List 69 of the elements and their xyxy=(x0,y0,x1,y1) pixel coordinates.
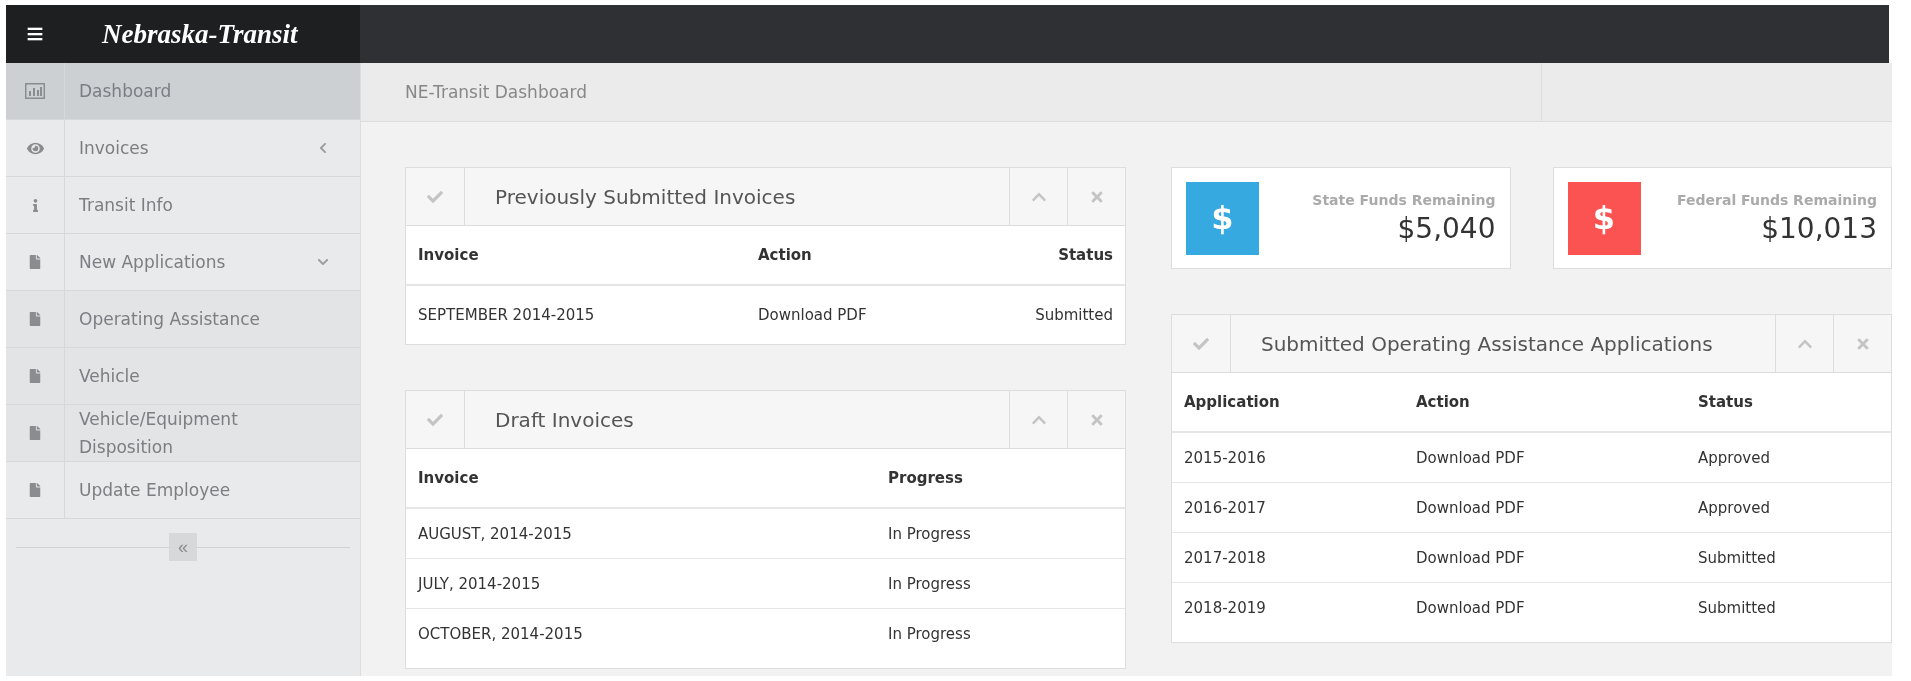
panel-title: Previously Submitted Invoices xyxy=(494,184,797,209)
table-cell-text: Download PDF xyxy=(1416,448,1526,467)
table-cell-text: Submitted xyxy=(1034,306,1113,324)
stat-value: $5,040 xyxy=(1397,211,1496,245)
table-cell-text: In Progress xyxy=(888,524,972,543)
file-icon xyxy=(28,426,42,440)
sidebar-label: Update Employee xyxy=(79,479,232,502)
table-cell-text: 2016-2017 xyxy=(1184,498,1267,517)
file-icon xyxy=(28,312,42,326)
stat-label: Federal Funds Remaining xyxy=(1677,191,1877,208)
table-cell-text: Download PDF xyxy=(1416,548,1526,567)
sidebar-item[interactable]: Vehicle xyxy=(6,348,360,405)
table-cell-text: Approved xyxy=(1698,448,1771,467)
logo: Nebraska-Transit xyxy=(64,5,360,63)
file-icon xyxy=(28,255,42,269)
check-icon xyxy=(427,188,443,205)
column-header: Invoice xyxy=(418,469,480,487)
sidebar-item[interactable]: Transit Info xyxy=(6,177,360,234)
column-header: Action xyxy=(1416,393,1471,411)
table-cell-text: AUGUST, 2014-2015 xyxy=(418,524,573,543)
sidebar-item[interactable]: Vehicle/Equipment Disposition xyxy=(6,405,360,462)
chevron-left-icon xyxy=(317,142,329,154)
sidebar-item[interactable]: Update Employee xyxy=(6,462,360,519)
table-cell-text: In Progress xyxy=(888,574,972,593)
stat-value: $10,013 xyxy=(1761,211,1877,245)
column-header: Action xyxy=(758,246,813,264)
table-cell-text: 2018-2019 xyxy=(1184,598,1267,617)
sidebar-item[interactable]: Operating Assistance xyxy=(6,291,360,348)
collapse-sidebar-button[interactable]: « xyxy=(169,533,197,561)
dollar-icon: $ xyxy=(1186,181,1259,255)
column-header: Invoice xyxy=(418,246,480,264)
sidebar-label: Transit Info xyxy=(79,194,174,217)
breadcrumb: NE-Transit Dashboard xyxy=(404,82,588,102)
panel-title: Draft Invoices xyxy=(494,407,635,432)
column-header: Application xyxy=(1184,393,1281,411)
table-cell-text: Download PDF xyxy=(1416,498,1526,517)
file-icon xyxy=(28,369,42,383)
check-icon xyxy=(427,411,443,428)
table-cell-text: OCTOBER, 2014-2015 xyxy=(418,624,584,643)
table-cell-text: JULY, 2014-2015 xyxy=(418,574,542,593)
column-header: Status xyxy=(1698,393,1754,411)
column-header: Status xyxy=(1057,246,1113,264)
table-cell-text: 2015-2016 xyxy=(1184,448,1267,467)
sidebar-item[interactable]: Invoices xyxy=(6,120,360,177)
sidebar-label: New Applications xyxy=(79,251,227,274)
table-cell-text: Download PDF xyxy=(1416,598,1526,617)
check-icon xyxy=(1193,335,1209,352)
sidebar-item[interactable]: New Applications xyxy=(6,234,360,291)
table-cell-text: Submitted xyxy=(1698,598,1777,617)
sidebar-label: Invoices xyxy=(79,137,150,160)
panel-title: Submitted Operating Assistance Applications xyxy=(1260,331,1714,356)
chevron-down-icon xyxy=(317,256,329,268)
column-header: Progress xyxy=(888,469,964,487)
table-cell-text: Download PDF xyxy=(758,306,868,324)
stat-label: State Funds Remaining xyxy=(1312,191,1496,208)
dollar-icon: $ xyxy=(1567,181,1641,255)
sidebar-label: Operating Assistance xyxy=(79,308,261,331)
table-cell-text: SEPTEMBER 2014-2015 xyxy=(418,306,596,324)
sidebar-label: Dashboard xyxy=(79,80,173,103)
file-icon xyxy=(28,483,42,497)
bar-chart-icon xyxy=(25,83,45,99)
table-cell-text: Approved xyxy=(1698,498,1771,517)
menu-button[interactable]: ≡ xyxy=(6,5,64,63)
sidebar-label: Vehicle xyxy=(79,365,141,388)
table-cell-text: 2017-2018 xyxy=(1184,548,1267,567)
table-cell-text: Submitted xyxy=(1698,548,1777,567)
table-cell-text: In Progress xyxy=(888,624,972,643)
sidebar-label: Vehicle/Equipment Disposition xyxy=(79,408,239,459)
sidebar-item[interactable]: Dashboard xyxy=(6,63,360,120)
